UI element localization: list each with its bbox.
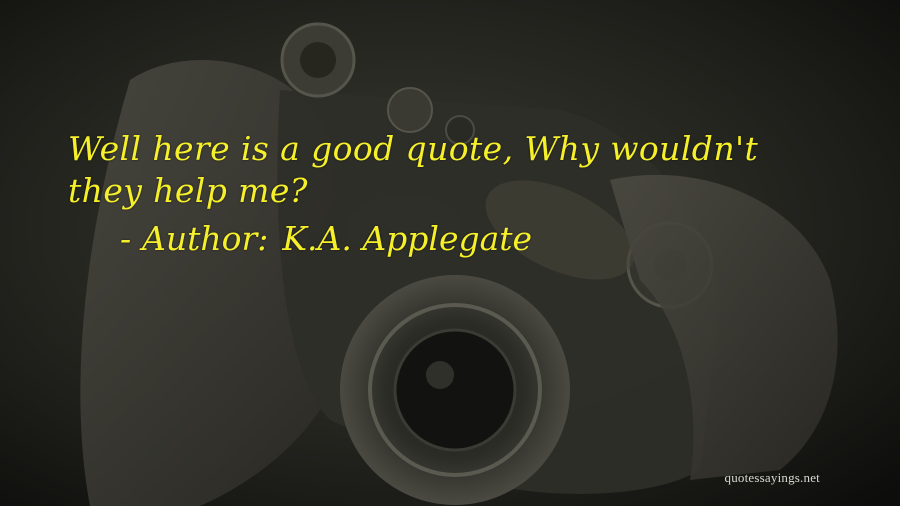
author-label: Author: <box>142 219 269 258</box>
quote-image: Well here is a good quote, Why wouldn't … <box>0 0 900 506</box>
camera-dial-shape <box>387 87 433 133</box>
author-dash: - <box>120 219 132 258</box>
site-watermark: quotessayings.net <box>724 470 820 485</box>
author-line: - Author: K.A. Applegate <box>120 218 838 260</box>
author-name: K.A. Applegate <box>282 219 533 258</box>
quote-block: Well here is a good quote, Why wouldn't … <box>68 128 838 260</box>
quote-text: Well here is a good quote, Why wouldn't … <box>68 129 759 210</box>
